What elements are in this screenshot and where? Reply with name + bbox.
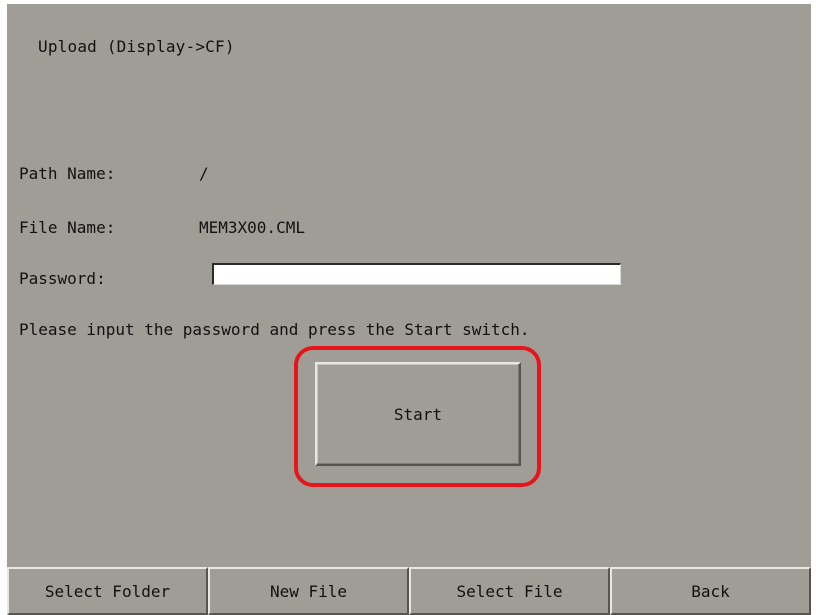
select-file-button[interactable]: Select File	[409, 567, 610, 615]
start-button[interactable]: Start	[315, 362, 521, 466]
bottom-button-bar: Select Folder New File Select File Back	[7, 567, 811, 615]
file-name-label: File Name:	[19, 218, 116, 237]
instruction-text: Please input the password and press the …	[19, 320, 530, 339]
path-name-value: /	[199, 164, 209, 183]
back-button[interactable]: Back	[610, 567, 811, 615]
select-folder-button[interactable]: Select Folder	[7, 567, 208, 615]
password-input[interactable]	[212, 263, 621, 285]
path-name-label: Path Name:	[19, 164, 116, 183]
file-name-value: MEM3X00.CML	[199, 218, 305, 237]
upload-screen: Upload (Display->CF) Path Name: / File N…	[7, 4, 811, 615]
new-file-button[interactable]: New File	[208, 567, 409, 615]
screen-title: Upload (Display->CF)	[38, 37, 235, 56]
password-label: Password:	[19, 269, 106, 288]
